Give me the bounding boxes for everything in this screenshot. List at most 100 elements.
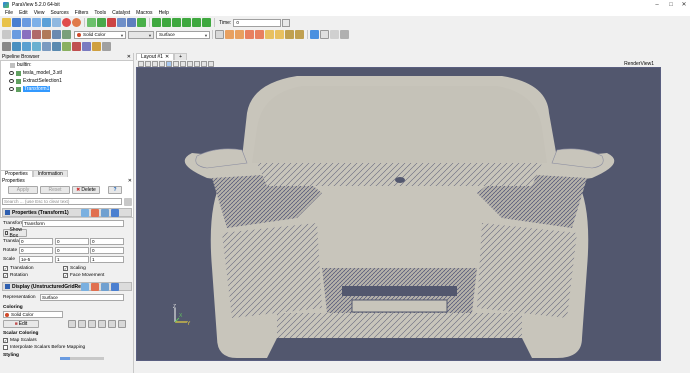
view-polygon-select-icon[interactable] xyxy=(180,60,186,67)
representation-combo[interactable]: Surface ▼ xyxy=(156,30,210,39)
save-defaults-icon[interactable] xyxy=(111,209,119,217)
edit-button[interactable]: ■ Edit xyxy=(3,320,39,328)
close-icon[interactable]: ✕ xyxy=(127,54,131,60)
loop-icon[interactable] xyxy=(202,18,211,27)
apply-button[interactable]: Apply xyxy=(8,186,38,194)
paste-icon[interactable] xyxy=(91,283,99,291)
eye-icon[interactable] xyxy=(9,71,14,75)
camera-undo-icon[interactable] xyxy=(87,18,96,27)
scrollbar[interactable] xyxy=(60,357,104,360)
rotate-x[interactable]: 0 xyxy=(19,247,53,254)
view-block-select-icon[interactable] xyxy=(187,60,193,67)
python-shell-icon[interactable] xyxy=(117,18,126,27)
macro-icon[interactable] xyxy=(107,18,116,27)
scale-z[interactable]: 1 xyxy=(90,256,124,263)
redo-icon[interactable] xyxy=(72,18,81,27)
scale-y[interactable]: 1 xyxy=(55,256,89,263)
stream-tracer-icon[interactable] xyxy=(72,42,81,51)
view-clear-selection-icon[interactable] xyxy=(208,60,214,67)
coloring-combo[interactable]: Solid Color ▼ xyxy=(74,30,126,39)
face-movement-checkbox[interactable]: ✓ xyxy=(63,273,68,278)
set-view-z-plus-icon[interactable] xyxy=(265,30,274,39)
eye-icon[interactable] xyxy=(9,79,14,83)
gear-icon[interactable] xyxy=(124,198,132,206)
reset-button[interactable]: Reset xyxy=(40,186,70,194)
calculator-icon[interactable] xyxy=(2,42,11,51)
center-axes-icon[interactable] xyxy=(320,30,329,39)
tree-item-builtin[interactable]: builtin: xyxy=(1,61,133,69)
translate-x[interactable]: 0 xyxy=(19,238,53,245)
last-frame-icon[interactable] xyxy=(192,18,201,27)
threshold-icon[interactable] xyxy=(42,42,51,51)
coloring-select[interactable]: Solid Color xyxy=(3,311,63,318)
rescale-temporal-icon[interactable] xyxy=(88,320,96,328)
pick-center-icon[interactable] xyxy=(330,30,339,39)
menu-edit[interactable]: Edit xyxy=(16,10,31,16)
scaling-checkbox[interactable]: ✓ xyxy=(63,266,68,271)
map-scalars-checkbox[interactable]: ✓ xyxy=(3,338,8,343)
copy-icon[interactable] xyxy=(81,283,89,291)
view-interactive-select-icon[interactable] xyxy=(166,60,172,67)
menu-help[interactable]: Help xyxy=(156,10,172,16)
rescale-temporal-icon[interactable] xyxy=(52,30,61,39)
translate-z[interactable]: 0 xyxy=(90,238,124,245)
rescale-icon[interactable] xyxy=(68,320,76,328)
choose-preset-icon[interactable] xyxy=(118,320,126,328)
minimize-icon[interactable]: – xyxy=(650,0,664,9)
previous-frame-icon[interactable] xyxy=(162,18,171,27)
rotate-90-icon[interactable] xyxy=(285,30,294,39)
translate-y[interactable]: 0 xyxy=(55,238,89,245)
transform-combo[interactable]: Transform xyxy=(22,220,124,227)
group-datasets-icon[interactable] xyxy=(92,42,101,51)
next-frame-icon[interactable] xyxy=(182,18,191,27)
save-defaults-icon[interactable] xyxy=(111,283,119,291)
undo-icon[interactable] xyxy=(62,18,71,27)
help-button[interactable]: ? xyxy=(108,186,122,194)
maximize-icon[interactable]: □ xyxy=(664,0,678,9)
menu-macros[interactable]: Macros xyxy=(133,10,155,16)
tree-item-stl[interactable]: tesla_model_3.stl xyxy=(1,69,133,77)
menu-view[interactable]: View xyxy=(31,10,48,16)
rotate-y[interactable]: 0 xyxy=(55,247,89,254)
rotation-checkbox[interactable]: ✓ xyxy=(3,273,8,278)
reset-center-icon[interactable] xyxy=(340,30,349,39)
render-view[interactable]: Z Y X xyxy=(136,67,661,361)
color-legend-icon[interactable] xyxy=(108,320,116,328)
restore-icon[interactable] xyxy=(101,209,109,217)
translation-checkbox[interactable]: ✓ xyxy=(3,266,8,271)
open-icon[interactable] xyxy=(2,18,11,27)
edit-color-map-icon[interactable] xyxy=(22,30,31,39)
paste-icon[interactable] xyxy=(91,209,99,217)
tree-item-transform[interactable]: Transform1 xyxy=(1,85,133,93)
restore-icon[interactable] xyxy=(101,283,109,291)
set-view-x-minus-icon[interactable] xyxy=(235,30,244,39)
warp-vector-icon[interactable] xyxy=(82,42,91,51)
tab-properties[interactable]: Properties xyxy=(0,170,33,177)
menu-sources[interactable]: Sources xyxy=(47,10,71,16)
menu-catalyst[interactable]: Catalyst xyxy=(109,10,133,16)
rescale-range-icon[interactable] xyxy=(32,30,41,39)
delete-button[interactable]: ✖ Delete xyxy=(72,186,100,194)
view-select-points-icon[interactable] xyxy=(159,60,165,67)
play-icon[interactable] xyxy=(172,18,181,27)
menu-tools[interactable]: Tools xyxy=(91,10,109,16)
copy-icon[interactable] xyxy=(81,209,89,217)
scrollbar-thumb[interactable] xyxy=(60,357,70,360)
view-screenshot-icon[interactable] xyxy=(145,60,151,67)
tab-add-layout[interactable]: + xyxy=(174,53,188,60)
interpolate-checkbox[interactable] xyxy=(3,345,8,350)
time-spinner-icon[interactable] xyxy=(282,18,291,27)
load-state-icon[interactable] xyxy=(32,18,41,27)
lock-icon[interactable] xyxy=(137,18,146,27)
menu-file[interactable]: File xyxy=(2,10,16,16)
tree-item-extractselection[interactable]: ExtractSelection1 xyxy=(1,77,133,85)
representation-select[interactable]: Surface xyxy=(40,294,124,301)
eye-icon[interactable] xyxy=(9,87,14,91)
menu-filters[interactable]: Filters xyxy=(72,10,92,16)
show-box-button[interactable]: Show Box xyxy=(3,227,27,239)
view-select-cells-icon[interactable] xyxy=(152,60,158,67)
rotate-neg-90-icon[interactable] xyxy=(295,30,304,39)
first-frame-icon[interactable] xyxy=(152,18,161,27)
rescale-visible-icon[interactable] xyxy=(62,30,71,39)
clip-icon[interactable] xyxy=(22,42,31,51)
